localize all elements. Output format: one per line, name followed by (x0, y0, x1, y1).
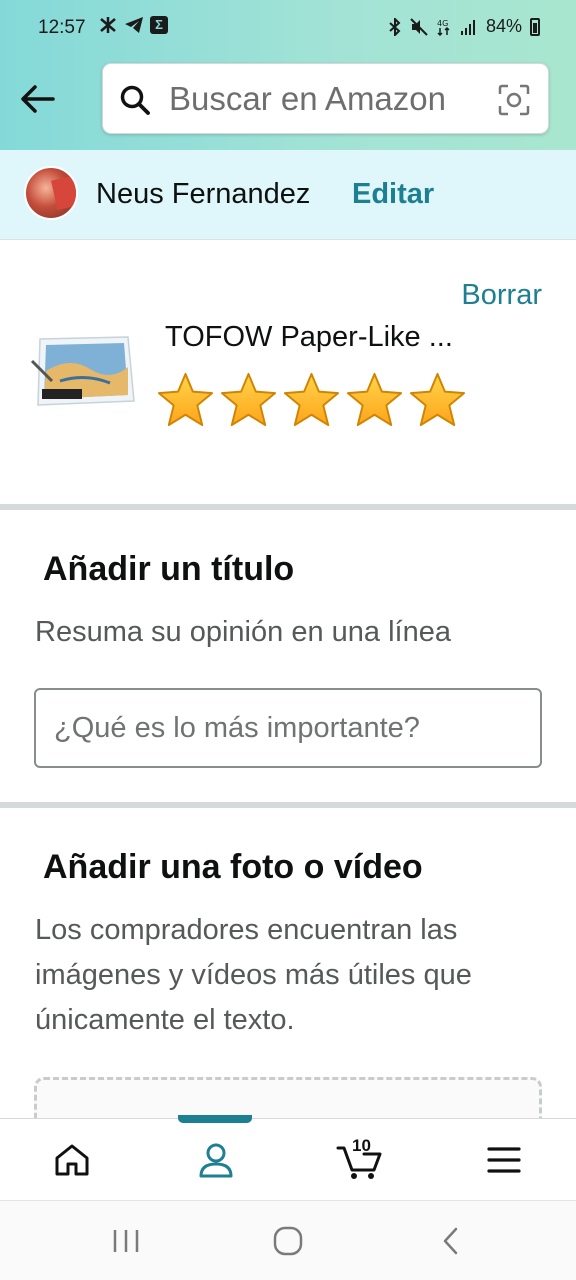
telegram-icon (125, 17, 143, 33)
system-status-icons: 4G 84% (388, 16, 540, 37)
star-icon[interactable] (219, 371, 278, 430)
status-time: 12:57 (38, 17, 86, 38)
chevron-left-icon (443, 1227, 458, 1255)
search-icon (120, 85, 150, 115)
recent-apps-icon (113, 1230, 139, 1252)
avatar (24, 166, 78, 220)
edit-profile-link[interactable]: Editar (352, 178, 434, 211)
system-back-button[interactable] (410, 1201, 490, 1280)
nav-menu[interactable] (432, 1119, 576, 1201)
star-icon[interactable] (345, 371, 404, 430)
remove-link[interactable]: Borrar (461, 279, 542, 312)
svg-text:4G: 4G (437, 19, 448, 28)
person-icon (199, 1143, 233, 1178)
menu-icon (487, 1147, 521, 1173)
star-icon[interactable] (156, 371, 215, 430)
bluetooth-icon (389, 17, 401, 36)
home-system-button[interactable] (248, 1201, 328, 1280)
review-title-field[interactable] (34, 688, 542, 768)
notification-icons: Σ (98, 16, 168, 34)
product-title: TOFOW Paper-Like ... (165, 321, 453, 353)
home-icon (55, 1144, 89, 1176)
data-4g-icon: 4G (437, 19, 450, 36)
app-header: 12:57 Σ 4G 84% (0, 0, 576, 150)
media-section-description: Los compradores encuentran las imágenes … (35, 914, 472, 1036)
nav-account[interactable] (144, 1119, 288, 1201)
reviewer-name: Neus Fernandez (96, 178, 311, 210)
mute-icon (410, 17, 428, 36)
bottom-navigation (0, 1115, 576, 1201)
reviewer-profile-bar: Neus Fernandez Editar (0, 150, 576, 240)
signal-icon (460, 19, 475, 35)
section-divider (0, 802, 576, 808)
section-divider (0, 504, 576, 510)
title-section-subtitle: Resuma su opinión en una línea (35, 616, 451, 648)
tools-icon (100, 17, 116, 33)
star-icon[interactable] (408, 371, 467, 430)
title-section-heading: Añadir un título (43, 550, 295, 588)
cart-count-badge: 10 (352, 1136, 371, 1155)
battery-icon (530, 17, 540, 36)
nav-home[interactable] (0, 1119, 144, 1201)
star-rating[interactable] (156, 371, 467, 430)
system-navigation-bar (0, 1200, 576, 1280)
star-icon[interactable] (282, 371, 341, 430)
recent-apps-button[interactable] (86, 1201, 166, 1280)
back-button[interactable] (16, 78, 58, 120)
search-input[interactable] (169, 76, 479, 122)
product-thumbnail (30, 336, 135, 406)
home-circle-icon (273, 1226, 303, 1256)
media-section-heading: Añadir una foto o vídeo (43, 848, 423, 886)
status-bar: 12:57 Σ 4G 84% (0, 0, 576, 58)
camera-scan-icon[interactable] (498, 84, 530, 116)
sigma-icon: Σ (150, 16, 168, 34)
product-rating-section: Borrar TOFOW Paper-Like ... (0, 241, 576, 504)
search-bar[interactable] (102, 63, 549, 134)
arrow-left-icon (21, 85, 55, 113)
review-title-input[interactable] (36, 690, 540, 766)
battery-percent: 84% (485, 16, 522, 36)
nav-cart[interactable] (288, 1119, 432, 1201)
